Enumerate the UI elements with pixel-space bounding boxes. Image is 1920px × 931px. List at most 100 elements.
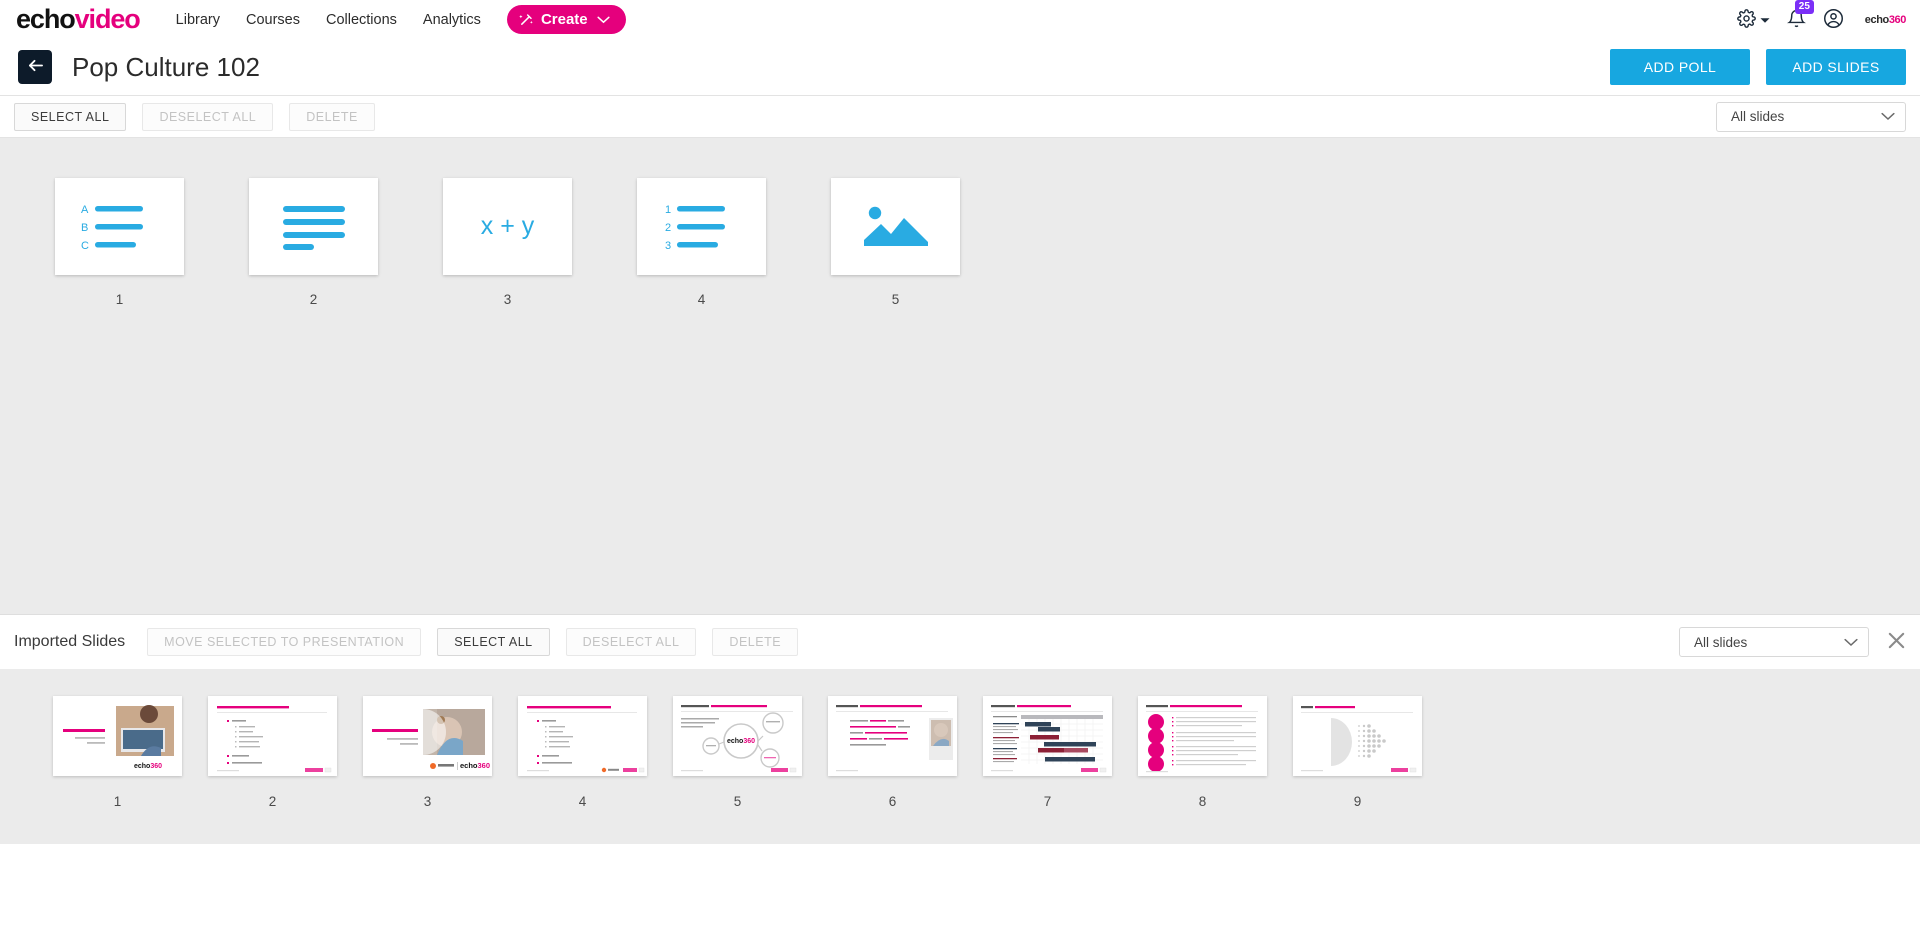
slide-thumbnail[interactable]: echo360 (53, 696, 182, 776)
slide-number: 2 (309, 292, 318, 307)
close-icon (1887, 631, 1906, 653)
imported-slide-row: echo360 1 2 echo360 3 4 echo360 5 6 7 8 … (40, 696, 1920, 809)
slide-thumbnail[interactable]: 1 2 3 (637, 178, 766, 275)
notifications-button[interactable]: 25 (1786, 0, 1814, 31)
presentation-slide-4[interactable]: 1 2 3 4 (622, 178, 781, 307)
svg-text:2: 2 (665, 222, 671, 234)
imported-select-all-button[interactable]: SELECT ALL (437, 628, 550, 656)
imported-slides-area: echo360 1 2 echo360 3 4 echo360 5 6 7 8 … (0, 669, 1920, 844)
delete-button[interactable]: DELETE (289, 102, 375, 131)
echo360-corporate-logo: echo360 (1864, 13, 1907, 26)
user-account-button[interactable] (1823, 8, 1844, 32)
notification-count-badge: 25 (1794, 0, 1814, 14)
slide-thumbnail[interactable]: echo360 (363, 696, 492, 776)
corp-logo-360: 360 (1888, 13, 1907, 26)
imported-slide-9[interactable]: 9 (1280, 696, 1435, 809)
brand-video-text: video (74, 4, 141, 34)
wand-icon (519, 12, 534, 27)
svg-text:A: A (81, 204, 89, 216)
chevron-down-icon (1760, 12, 1770, 27)
equation-text: x + y (480, 212, 535, 240)
slide-filter-value: All slides (1731, 109, 1785, 124)
page-title: Pop Culture 102 (72, 51, 260, 82)
slide-number: 9 (1353, 794, 1362, 809)
svg-text:echo360: echo360 (727, 738, 755, 745)
imported-slide-2[interactable]: 2 (195, 696, 350, 809)
presentation-slide-5[interactable]: 5 (816, 178, 975, 307)
gear-icon (1736, 8, 1756, 31)
nav-right-group: 25 echo360 (1736, 0, 1907, 39)
slide-thumbnail[interactable]: x + y (443, 178, 572, 275)
move-selected-to-presentation-button[interactable]: MOVE SELECTED TO PRESENTATION (147, 628, 422, 656)
imported-filter-select[interactable]: All slides (1679, 627, 1869, 657)
chevron-down-icon (1844, 638, 1858, 647)
select-all-button[interactable]: SELECT ALL (14, 102, 127, 131)
nav-link-library[interactable]: Library (176, 12, 220, 28)
slide-thumbnail[interactable] (983, 696, 1112, 776)
corp-logo-echo: echo (1864, 13, 1889, 26)
create-button[interactable]: Create (506, 5, 626, 34)
top-navigation-bar: echovideo Library Courses Collections An… (0, 0, 1920, 39)
slide-thumbnail[interactable] (249, 178, 378, 275)
nav-link-analytics[interactable]: Analytics (423, 12, 481, 28)
settings-menu-button[interactable] (1736, 8, 1770, 31)
slide-thumbnail[interactable] (831, 178, 960, 275)
slide-filter-select[interactable]: All slides (1716, 101, 1906, 132)
slide-number: 5 (733, 794, 742, 809)
imported-filter-value: All slides (1694, 634, 1748, 650)
nav-link-courses[interactable]: Courses (246, 12, 300, 28)
slide-thumbnail[interactable] (1293, 696, 1422, 776)
slide-number: 7 (1043, 794, 1052, 809)
arrow-left-icon (27, 58, 44, 76)
slide-thumbnail[interactable]: echo360 (673, 696, 802, 776)
presentation-slide-3[interactable]: x + y 3 (428, 178, 587, 307)
slide-thumbnail[interactable] (1138, 696, 1267, 776)
imported-slides-toolbar: Imported Slides MOVE SELECTED TO PRESENT… (0, 614, 1920, 669)
imported-filter-wrapper: All slides (1679, 627, 1869, 657)
imported-slide-4[interactable]: 4 (505, 696, 660, 809)
nav-link-collections[interactable]: Collections (326, 12, 397, 28)
add-poll-button[interactable]: ADD POLL (1610, 49, 1750, 85)
imported-slide-5[interactable]: echo360 5 (660, 696, 815, 809)
imported-slide-6[interactable]: 6 (815, 696, 970, 809)
svg-text:echo360: echo360 (460, 761, 490, 770)
slide-thumbnail[interactable] (518, 696, 647, 776)
svg-text:B: B (81, 222, 88, 234)
imported-slide-3[interactable]: echo360 3 (350, 696, 505, 809)
slide-number: 3 (503, 292, 512, 307)
svg-text:1: 1 (665, 204, 671, 216)
slide-number: 2 (268, 794, 277, 809)
add-slides-button[interactable]: ADD SLIDES (1766, 49, 1906, 85)
presentation-toolbar: SELECT ALL DESELECT ALL DELETE All slide… (0, 95, 1920, 138)
back-button[interactable] (18, 50, 52, 84)
svg-text:C: C (81, 240, 89, 252)
presentation-slide-row: A B C 1 2 x + y 3 1 2 3 4 5 (40, 178, 1920, 307)
header-actions: ADD POLL ADD SLIDES (1610, 49, 1906, 85)
slide-filter-wrapper: All slides (1716, 101, 1906, 132)
imported-delete-button[interactable]: DELETE (712, 628, 799, 656)
slide-number: 8 (1198, 794, 1207, 809)
imported-slide-7[interactable]: 7 (970, 696, 1125, 809)
slide-thumbnail[interactable] (828, 696, 957, 776)
imported-deselect-all-button[interactable]: DESELECT ALL (565, 628, 697, 656)
chevron-down-icon (597, 16, 610, 24)
slide-number: 5 (891, 292, 900, 307)
chevron-down-icon (1881, 112, 1895, 121)
create-button-label: Create (540, 11, 588, 28)
echovideo-logo[interactable]: echovideo (16, 4, 141, 34)
user-avatar-icon (1823, 8, 1844, 32)
close-imported-panel-button[interactable] (1887, 631, 1906, 653)
imported-slides-label: Imported Slides (14, 633, 126, 650)
deselect-all-button[interactable]: DESELECT ALL (142, 102, 274, 131)
svg-text:3: 3 (665, 240, 671, 252)
presentation-slide-1[interactable]: A B C 1 (40, 178, 199, 307)
presentation-slide-2[interactable]: 2 (234, 178, 393, 307)
slide-number: 4 (697, 292, 706, 307)
imported-slide-8[interactable]: 8 (1125, 696, 1280, 809)
slide-number: 4 (578, 794, 587, 809)
slide-number: 1 (113, 794, 122, 809)
slide-thumbnail[interactable] (208, 696, 337, 776)
imported-slide-1[interactable]: echo360 1 (40, 696, 195, 809)
slide-thumbnail[interactable]: A B C (55, 178, 184, 275)
brand-echo-text: echo (16, 4, 76, 34)
